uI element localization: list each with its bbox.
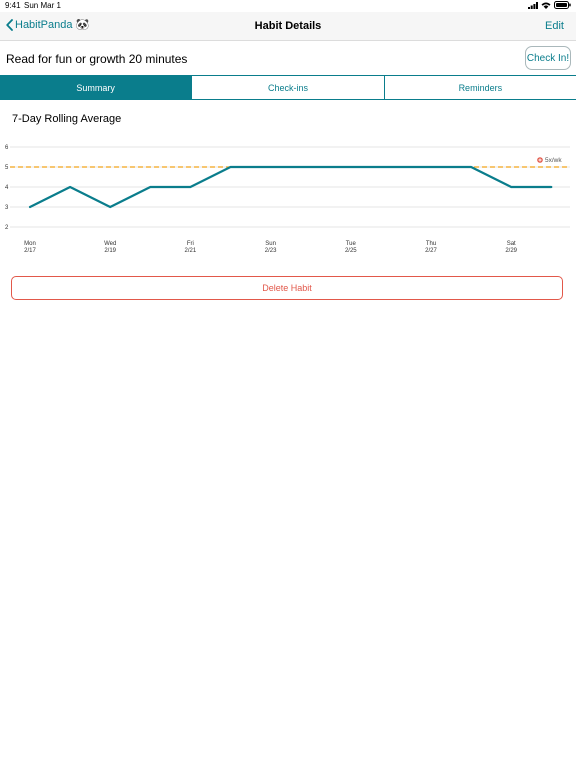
- habit-header: Read for fun or growth 20 minutes Check …: [0, 41, 576, 75]
- habit-name: Read for fun or growth 20 minutes: [6, 52, 188, 66]
- status-time: 9:41: [5, 1, 21, 10]
- x-tick-day: Thu: [426, 241, 436, 247]
- status-date: Sun Mar 1: [24, 1, 61, 10]
- x-tick-date: 2/27: [425, 248, 437, 254]
- y-tick-label: 3: [5, 205, 9, 211]
- x-tick-day: Mon: [24, 241, 36, 247]
- signal-icon: [528, 1, 538, 9]
- tab-summary[interactable]: Summary: [0, 76, 192, 99]
- x-tick-day: Sat: [507, 241, 516, 247]
- section-title: 7-Day Rolling Average: [12, 113, 122, 125]
- edit-button[interactable]: Edit: [545, 20, 564, 32]
- x-tick-date: 2/21: [185, 248, 197, 254]
- y-tick-label: 6: [5, 145, 9, 151]
- target-label: 5x/wk: [545, 157, 562, 164]
- page-title: Habit Details: [254, 20, 322, 32]
- tab-check-ins[interactable]: Check-ins: [191, 76, 383, 99]
- x-tick-day: Tue: [346, 241, 357, 247]
- check-in-button[interactable]: Check In!: [525, 46, 571, 70]
- target-icon-center: [539, 159, 541, 161]
- battery-icon: [554, 1, 571, 9]
- navigation-bar: HabitPanda 🐼 Habit Details Edit: [0, 12, 576, 41]
- x-tick-day: Fri: [187, 241, 194, 247]
- x-tick-date: 2/17: [24, 248, 36, 254]
- y-tick-label: 5: [5, 165, 9, 171]
- x-tick-day: Wed: [104, 241, 116, 247]
- x-tick-date: 2/25: [345, 248, 357, 254]
- wifi-icon: [541, 2, 551, 9]
- y-tick-label: 2: [5, 225, 9, 231]
- x-tick-date: 2/19: [104, 248, 116, 254]
- delete-habit-button[interactable]: Delete Habit: [11, 276, 563, 300]
- rolling-average-chart: 2 3 4 5 6 5x/wk Mon2/17 Wed2/19 Fri2/21 Sun2/23 Tu…: [5, 145, 570, 254]
- status-icons: [528, 1, 571, 9]
- segmented-control: Summary Check-ins Reminders: [0, 75, 576, 100]
- tab-reminders[interactable]: Reminders: [383, 76, 576, 99]
- y-tick-label: 4: [5, 185, 9, 191]
- x-tick-day: Sun: [265, 241, 276, 247]
- status-bar: 9:41 Sun Mar 1: [0, 0, 576, 12]
- x-tick-date: 2/29: [505, 248, 517, 254]
- x-tick-date: 2/23: [265, 248, 277, 254]
